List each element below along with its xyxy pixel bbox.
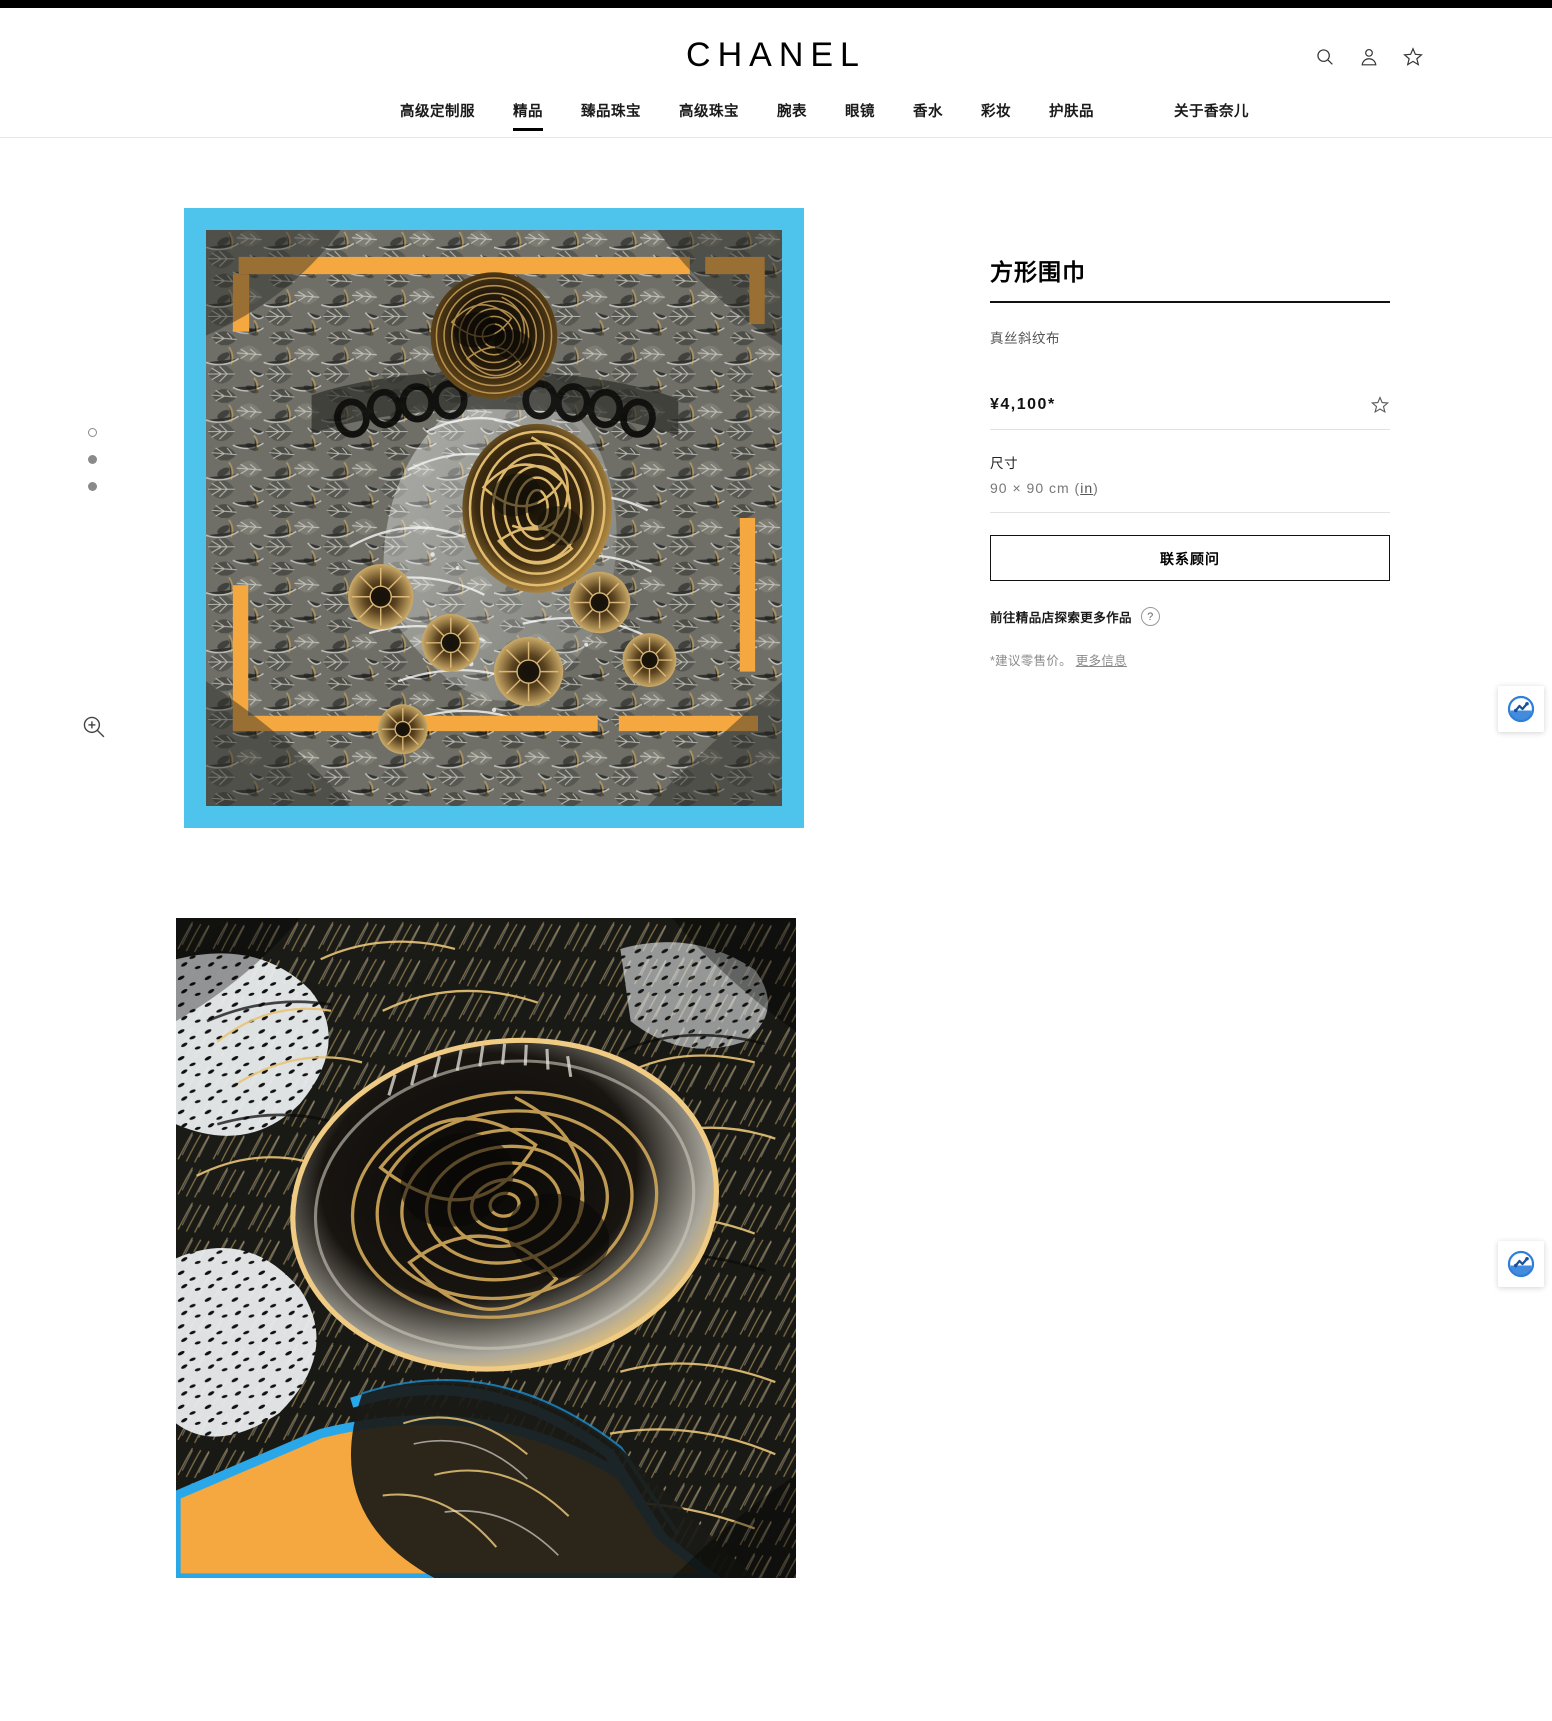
nav-item-fashion[interactable]: 精品: [513, 100, 543, 131]
product-layout: 方形围巾 真丝斜纹布 ¥4,100* 尺寸 90 × 90 cm (in) 联系…: [0, 138, 1552, 1578]
gallery-dot-2[interactable]: [88, 455, 97, 464]
price-row: ¥4,100*: [990, 395, 1390, 430]
nav-item-about-chanel[interactable]: 关于香奈儿: [1174, 100, 1249, 131]
chat-widget-bottom[interactable]: [1498, 1241, 1544, 1287]
title-rule: [990, 301, 1390, 303]
product-price: ¥4,100*: [990, 396, 1056, 413]
contact-advisor-button[interactable]: 联系顾问: [990, 535, 1390, 581]
product-info-panel: 方形围巾 真丝斜纹布 ¥4,100* 尺寸 90 × 90 cm (in) 联系…: [990, 208, 1390, 1578]
nav-item-makeup[interactable]: 彩妆: [981, 100, 1011, 131]
top-black-bar: [0, 0, 1552, 8]
size-value: 90 × 90 cm (in): [990, 480, 1390, 513]
site-header: CHANEL 高级定制服 精品 臻品珠宝 高级珠宝 腕表 眼镜 香水 彩妆 护肤…: [0, 8, 1552, 138]
product-page: 方形围巾 真丝斜纹布 ¥4,100* 尺寸 90 × 90 cm (in) 联系…: [0, 138, 1552, 1578]
chat-widget-icon: [1507, 695, 1535, 723]
nav-item-fragrance[interactable]: 香水: [913, 100, 943, 131]
main-navigation: 高级定制服 精品 臻品珠宝 高级珠宝 腕表 眼镜 香水 彩妆 护肤品 关于香奈儿: [0, 100, 1552, 131]
wishlist-star-icon[interactable]: [1402, 46, 1424, 68]
product-material: 真丝斜纹布: [990, 331, 1060, 346]
page-title: 方形围巾: [990, 259, 1086, 285]
boutique-text: 前往精品店探索更多作品: [990, 611, 1132, 625]
nav-item-haute-couture[interactable]: 高级定制服: [400, 100, 475, 131]
nav-item-high-jewellery-fine[interactable]: 臻品珠宝: [581, 100, 641, 131]
help-question-icon[interactable]: ?: [1140, 607, 1160, 626]
nav-item-eyewear[interactable]: 眼镜: [845, 100, 875, 131]
search-icon[interactable]: [1314, 46, 1336, 68]
account-icon[interactable]: [1358, 46, 1380, 68]
size-unit-toggle[interactable]: in: [1080, 480, 1093, 496]
more-info-link[interactable]: 更多信息: [1076, 654, 1127, 668]
product-hero-image[interactable]: [206, 230, 782, 806]
nav-item-watches[interactable]: 腕表: [777, 100, 807, 131]
camellia-gold: [462, 423, 613, 593]
hero-image-frame[interactable]: [184, 208, 804, 828]
product-gallery: [83, 208, 940, 1578]
price-note: *建议零售价。 更多信息: [990, 650, 1390, 669]
price-note-text: *建议零售价。: [990, 654, 1072, 668]
chat-widget-icon: [1507, 1250, 1535, 1278]
size-label: 尺寸: [990, 456, 1019, 471]
camellia-top: [430, 272, 558, 399]
gallery-dot-3[interactable]: [88, 482, 97, 491]
zoom-in-icon[interactable]: [80, 713, 108, 741]
chat-widget-top[interactable]: [1498, 686, 1544, 732]
nav-item-skincare[interactable]: 护肤品: [1049, 100, 1094, 131]
product-detail-image[interactable]: [176, 918, 796, 1578]
detail-image-frame[interactable]: [176, 918, 796, 1578]
nav-item-high-jewellery[interactable]: 高级珠宝: [679, 100, 739, 131]
size-dimension: 90 × 90 cm (: [990, 480, 1081, 496]
header-icon-group: [1314, 46, 1424, 68]
size-value-end: ): [1093, 480, 1099, 496]
gallery-dot-1[interactable]: [88, 428, 97, 437]
star-outline-icon[interactable]: [1370, 395, 1390, 415]
boutique-row: 前往精品店探索更多作品 ?: [990, 607, 1390, 626]
gallery-dot-nav: [88, 428, 97, 491]
